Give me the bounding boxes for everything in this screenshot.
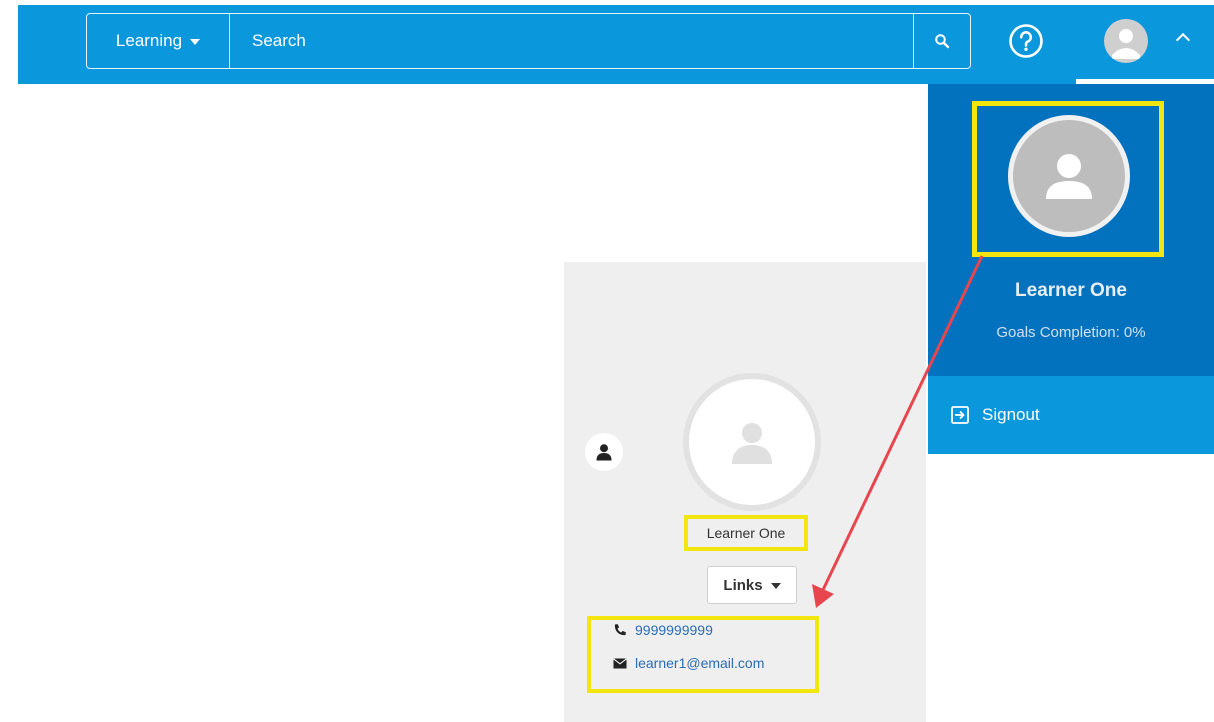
search-input[interactable] bbox=[230, 14, 913, 68]
phone-link[interactable]: 9999999999 bbox=[635, 622, 713, 638]
links-dropdown-button[interactable]: Links bbox=[707, 566, 797, 604]
avatar[interactable] bbox=[1104, 19, 1148, 63]
user-icon-badge[interactable] bbox=[585, 433, 623, 471]
top-navigation-bar: Learning bbox=[18, 5, 1076, 84]
signout-label: Signout bbox=[982, 405, 1040, 424]
dropdown-user-name: Learner One bbox=[1015, 280, 1127, 301]
avatar-placeholder-icon bbox=[1046, 154, 1092, 199]
user-dropdown-panel: Learner One Goals Completion: 0% Signout bbox=[928, 84, 1214, 454]
goals-completion: Goals Completion: 0% bbox=[996, 324, 1146, 341]
profile-name: Learner One bbox=[684, 515, 808, 551]
search-icon bbox=[935, 34, 950, 49]
phone-row: 9999999999 bbox=[613, 622, 713, 638]
scope-label: Learning bbox=[115, 31, 183, 50]
help-icon bbox=[1009, 24, 1043, 58]
scope-dropdown-button[interactable]: Learning bbox=[87, 14, 230, 68]
links-label: Links bbox=[723, 576, 763, 594]
user-menu-toggle bbox=[1076, 5, 1214, 79]
chevron-up-icon[interactable] bbox=[1175, 32, 1191, 48]
signout-button[interactable]: Signout bbox=[928, 376, 1214, 454]
user-icon bbox=[596, 444, 612, 461]
profile-photo bbox=[1008, 115, 1130, 237]
profile-avatar bbox=[683, 373, 821, 511]
search-group: Learning bbox=[86, 13, 971, 69]
caret-down-icon bbox=[190, 39, 201, 45]
profile-photo-highlight bbox=[972, 101, 1164, 257]
search-button[interactable] bbox=[913, 14, 970, 68]
phone-icon bbox=[614, 624, 626, 636]
email-link[interactable]: learner1@email.com bbox=[635, 655, 764, 671]
avatar-icon bbox=[1112, 29, 1140, 59]
help-button[interactable] bbox=[1008, 23, 1044, 59]
caret-down-icon bbox=[770, 583, 781, 589]
email-row: learner1@email.com bbox=[613, 655, 764, 671]
profile-card: Learner One Links 9999999999 learner1@em… bbox=[564, 262, 926, 722]
avatar-placeholder-icon bbox=[732, 423, 772, 464]
signout-icon bbox=[951, 406, 969, 424]
envelope-icon bbox=[613, 657, 627, 668]
